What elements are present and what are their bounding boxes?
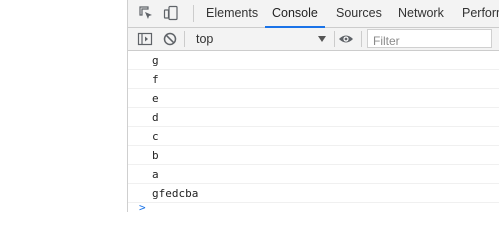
toolbar-separator	[361, 31, 362, 47]
console-message: d	[128, 109, 499, 127]
devtools-tab-bar: Elements Console Sources Network Perform	[128, 0, 499, 28]
console-message-text: g	[152, 54, 159, 67]
device-toolbar-icon[interactable]	[163, 5, 179, 21]
tab-bar-separator	[193, 5, 194, 22]
console-message-text: b	[152, 149, 159, 162]
console-message-text: c	[152, 130, 159, 143]
console-message: a	[128, 166, 499, 184]
tab-performance[interactable]: Perform	[462, 0, 499, 27]
tab-console[interactable]: Console	[265, 0, 325, 28]
toolbar-separator	[334, 31, 335, 47]
tab-sources[interactable]: Sources	[336, 0, 382, 27]
console-message-text: a	[152, 168, 159, 181]
page-viewport	[0, 0, 127, 212]
clear-console-icon[interactable]	[162, 31, 178, 47]
console-message: g	[128, 52, 499, 70]
console-message: c	[128, 128, 499, 146]
context-selector-value: top	[196, 32, 214, 46]
console-message-text: gfedcba	[152, 187, 199, 200]
context-selector[interactable]: top	[190, 28, 330, 50]
tab-network[interactable]: Network	[398, 0, 444, 27]
tab-elements[interactable]: Elements	[206, 0, 258, 27]
filter-box	[367, 29, 492, 50]
console-message: e	[128, 90, 499, 108]
inspect-element-icon[interactable]	[138, 5, 154, 21]
console-message-text: d	[152, 111, 159, 124]
console-message: b	[128, 147, 499, 165]
screenshot-root: Elements Console Sources Network Perform	[0, 0, 499, 212]
live-expression-icon[interactable]	[338, 31, 354, 47]
console-sidebar-icon[interactable]	[137, 31, 153, 47]
filter-input[interactable]	[368, 32, 489, 50]
console-message-text: e	[152, 92, 159, 105]
console-message-text: f	[152, 73, 159, 86]
console-message: f	[128, 71, 499, 89]
console-prompt[interactable]: >	[139, 202, 146, 213]
devtools-panel: Elements Console Sources Network Perform	[127, 0, 499, 212]
console-output: g f e d c b a gfedcba	[128, 52, 499, 212]
toolbar-separator	[184, 31, 185, 47]
console-message: gfedcba	[128, 185, 499, 203]
console-toolbar: top	[128, 28, 499, 51]
dropdown-arrow-icon	[318, 36, 326, 42]
